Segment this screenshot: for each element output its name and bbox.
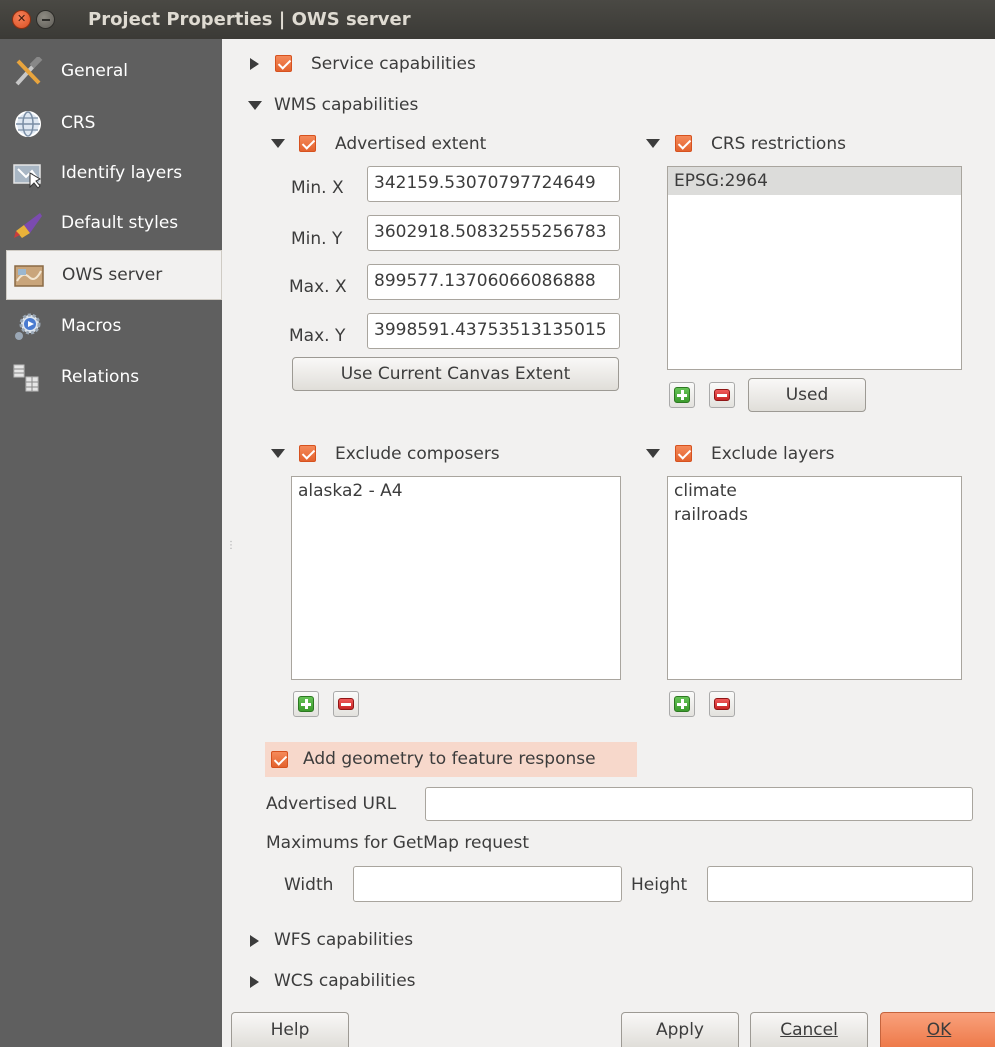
service-capabilities-label: Service capabilities: [311, 54, 476, 74]
use-current-canvas-extent-button[interactable]: Use Current Canvas Extent: [292, 357, 619, 391]
wcs-capabilities-label[interactable]: WCS capabilities: [274, 971, 416, 991]
advertised-extent-checkbox[interactable]: [299, 135, 316, 152]
list-item[interactable]: railroads: [668, 503, 961, 529]
crs-list[interactable]: EPSG:2964: [667, 166, 962, 370]
add-layer-button[interactable]: [669, 691, 695, 717]
exclude-composers-label: Exclude composers: [335, 444, 500, 464]
minus-icon: [714, 389, 730, 401]
minus-icon: [714, 698, 730, 710]
identify-icon: [13, 164, 42, 189]
wms-capabilities-label: WMS capabilities: [274, 95, 419, 115]
min-x-field[interactable]: 342159.53070797724649: [367, 166, 620, 202]
close-window-button[interactable]: [12, 10, 31, 29]
list-item[interactable]: EPSG:2964: [668, 167, 961, 195]
splitter-handle[interactable]: ⋮: [226, 540, 236, 551]
expand-arrow-icon[interactable]: [250, 58, 259, 70]
crs-restrictions-label: CRS restrictions: [711, 134, 846, 154]
minus-icon: [338, 698, 354, 710]
collapse-arrow-icon[interactable]: [271, 449, 285, 458]
wfs-capabilities-label[interactable]: WFS capabilities: [274, 930, 413, 950]
advertised-url-field[interactable]: [425, 787, 973, 821]
sidebar-item-label: Macros: [61, 316, 122, 336]
min-y-label: Min. Y: [291, 229, 343, 249]
sidebar-item-macros[interactable]: Macros: [0, 302, 222, 352]
advertised-url-label: Advertised URL: [266, 794, 397, 814]
add-geometry-checkbox[interactable]: [271, 751, 288, 768]
exclude-layers-checkbox[interactable]: [675, 445, 692, 462]
collapse-arrow-icon[interactable]: [646, 139, 660, 148]
add-composer-button[interactable]: [293, 691, 319, 717]
add-geometry-label[interactable]: Add geometry to feature response: [303, 749, 596, 769]
composers-list[interactable]: alaska2 - A4: [291, 476, 621, 680]
expand-arrow-icon[interactable]: [250, 935, 259, 947]
sidebar-item-label: Identify layers: [61, 163, 183, 183]
sidebar-item-ows-server[interactable]: OWS server: [6, 250, 222, 300]
sidebar-item-relations[interactable]: Relations: [0, 353, 222, 403]
hammer-wrench-icon: [15, 57, 43, 86]
plus-icon: [674, 387, 690, 403]
sidebar-item-label: General: [61, 61, 128, 81]
window-title: Project Properties | OWS server: [88, 9, 411, 30]
remove-composer-button[interactable]: [333, 691, 359, 717]
getmap-maximums-label: Maximums for GetMap request: [266, 833, 530, 853]
sidebar-item-identify-layers[interactable]: Identify layers: [0, 149, 222, 199]
sidebar-item-label: OWS server: [62, 265, 163, 285]
width-label: Width: [284, 875, 334, 895]
add-crs-button[interactable]: [669, 382, 695, 408]
sidebar-item-crs[interactable]: CRS: [0, 99, 222, 149]
help-button[interactable]: Help: [231, 1012, 349, 1047]
remove-crs-button[interactable]: [709, 382, 735, 408]
list-item[interactable]: climate: [668, 477, 961, 503]
layers-list[interactable]: climate railroads: [667, 476, 962, 680]
list-item[interactable]: alaska2 - A4: [292, 477, 620, 505]
sidebar: General CRS Identify layers Default styl…: [0, 39, 222, 1047]
width-field[interactable]: [353, 866, 622, 902]
title-bar: Project Properties | OWS server: [0, 0, 995, 39]
map-icon: [14, 265, 44, 287]
max-y-field[interactable]: 3998591.43753513135015: [367, 313, 620, 349]
table-icon: [13, 364, 39, 392]
min-x-label: Min. X: [291, 178, 344, 198]
collapse-arrow-icon[interactable]: [248, 101, 262, 110]
advertised-extent-label: Advertised extent: [335, 134, 487, 154]
crs-restrictions-checkbox[interactable]: [675, 135, 692, 152]
collapse-arrow-icon[interactable]: [271, 139, 285, 148]
sidebar-item-label: CRS: [61, 113, 96, 133]
service-capabilities-checkbox[interactable]: [275, 55, 292, 72]
min-y-field[interactable]: 3602918.50832555256783: [367, 215, 620, 251]
globe-icon: [15, 111, 41, 137]
max-x-label: Max. X: [289, 277, 347, 297]
paintbrush-icon: [14, 213, 42, 238]
plus-icon: [674, 696, 690, 712]
minimize-window-button[interactable]: [36, 10, 55, 29]
exclude-composers-checkbox[interactable]: [299, 445, 316, 462]
sidebar-item-default-styles[interactable]: Default styles: [0, 199, 222, 249]
used-crs-button[interactable]: Used: [748, 378, 866, 412]
gear-icon: [15, 313, 41, 340]
exclude-layers-label: Exclude layers: [711, 444, 835, 464]
cancel-button[interactable]: Cancel: [750, 1012, 868, 1047]
sidebar-item-label: Default styles: [61, 213, 179, 233]
max-y-label: Max. Y: [289, 326, 346, 346]
collapse-arrow-icon[interactable]: [646, 449, 660, 458]
remove-layer-button[interactable]: [709, 691, 735, 717]
height-label: Height: [631, 875, 688, 895]
plus-icon: [298, 696, 314, 712]
max-x-field[interactable]: 899577.13706066086888: [367, 264, 620, 300]
ok-button[interactable]: OK: [880, 1012, 995, 1047]
height-field[interactable]: [707, 866, 973, 902]
expand-arrow-icon[interactable]: [250, 976, 259, 988]
sidebar-item-general[interactable]: General: [0, 47, 222, 97]
apply-button[interactable]: Apply: [621, 1012, 739, 1047]
sidebar-item-label: Relations: [61, 367, 140, 387]
